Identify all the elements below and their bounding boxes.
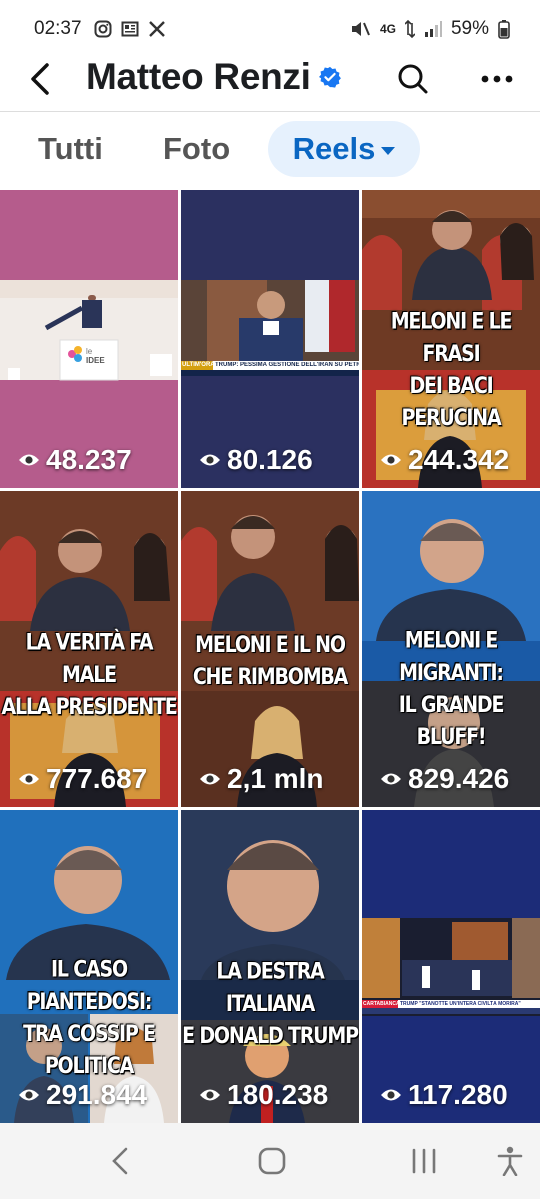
back-arrow-icon [31,63,49,95]
view-count-value: 291.844 [46,1079,148,1110]
tab-reels[interactable]: Reels [268,121,420,177]
recents-bars-icon [412,1148,436,1174]
reel-caption: LA VERITÀ FA MALE ALLA PRESIDENTE [1,630,177,720]
view-count-value: 2,1 mln [227,763,324,794]
view-count: 80.126 [199,444,313,476]
reel-caption: MELONI E MIGRANTI: IL GRANDE BLUFF! [398,628,505,750]
battery-icon [498,20,510,39]
tv-ticker-2-tag: CARTABIANCA [363,1001,400,1007]
reel-tile[interactable]: LA DESTRA ITALIANA E DONALD TRUMP 180.23… [181,810,359,1123]
reel-tile[interactable]: le IDEE 48.237 [0,190,178,488]
tab-reels-label: Reels [292,131,376,166]
home-square-icon [258,1147,286,1175]
news-icon [121,21,139,37]
reel-caption: LA DESTRA ITALIANA E DONALD TRUMP [182,959,359,1049]
back-button[interactable] [20,58,60,100]
data-arrows-icon [404,19,415,39]
view-count-value: 80.126 [227,444,313,475]
status-time: 02:37 [34,18,82,39]
view-count: 291.844 [18,1079,147,1111]
system-home-button[interactable] [250,1139,294,1183]
page-title-text: Matteo Renzi [86,56,311,97]
view-count-value: 48.237 [46,444,132,475]
stage-logo-small: le [86,347,93,356]
system-nav-bar [0,1123,540,1199]
accessibility-button[interactable] [488,1139,532,1183]
eye-icon [381,454,401,466]
eye-icon [19,773,39,785]
chevron-left-icon [112,1147,128,1175]
eye-icon [200,1089,220,1101]
verified-badge-icon [318,66,341,88]
view-count: 2,1 mln [199,763,323,795]
system-recents-button[interactable] [402,1139,446,1183]
eye-icon [19,1089,39,1101]
eye-icon [200,454,220,466]
search-icon [398,64,428,94]
view-count: 117.280 [380,1079,508,1111]
app-header: Matteo Renzi [0,50,540,108]
reel-tile[interactable]: CARTABIANCA TRUMP "STANOTTE UN'INTERA CI… [362,810,540,1123]
tab-photos[interactable]: Foto [163,121,230,177]
tv-ticker-tag: ULTIM'ORA [182,362,215,368]
reel-tile[interactable]: MELONI E IL NO CHE RIMBOMBA 2,1 mln [181,491,359,807]
page-title: Matteo Renzi [86,56,341,98]
reels-grid: le IDEE 48.237 ULTIM'ORA TRUMP: PESSIMA … [0,190,540,1123]
reel-caption: MELONI E LE FRASI DEI BACI PERUCINA [390,309,513,431]
instagram-icon [94,20,112,38]
accessibility-icon [497,1146,523,1176]
reel-thumbnail [362,810,540,1123]
system-back-button[interactable] [98,1139,142,1183]
x-icon [148,21,165,37]
tab-photos-label: Foto [163,131,231,166]
reel-tile[interactable]: MELONI E LE FRASI DEI BACI PERUCINA 244.… [362,190,540,488]
more-options-button[interactable] [476,58,518,100]
eye-icon [19,454,39,466]
reel-tile[interactable]: IL CASO PIANTEDOSI: TRA COSSIP E POLITIC… [0,810,178,1123]
view-count-value: 829.426 [408,763,510,794]
header-divider [0,111,540,112]
reel-caption: MELONI E IL NO CHE RIMBOMBA [192,632,349,690]
reel-tile[interactable]: MELONI E MIGRANTI: IL GRANDE BLUFF! 829.… [362,491,540,807]
eye-icon [200,773,220,785]
view-count-value: 180.238 [227,1079,329,1110]
view-count: 829.426 [380,763,509,795]
chevron-down-icon [381,147,396,155]
tv-ticker-2: TRUMP "STANOTTE UN'INTERA CIVILTÀ MORIRÀ… [400,1001,521,1007]
battery-percent: 59% [450,18,489,39]
mute-icon [351,22,370,36]
view-count: 180.238 [199,1079,328,1111]
view-count-value: 244.342 [408,444,510,475]
signal-icon [424,21,442,37]
more-dots-icon [481,75,513,83]
view-count-value: 117.280 [408,1079,508,1110]
network-type-label: 4G [379,22,396,36]
eye-icon [381,1089,401,1101]
tab-all[interactable]: Tutti [38,121,103,177]
reel-tile[interactable]: ULTIM'ORA TRUMP: PESSIMA GESTIONE DELL'I… [181,190,359,488]
view-count-value: 777.687 [46,763,148,794]
view-count: 244.342 [380,444,509,476]
filter-tabs: Tutti Foto Reels [0,121,540,177]
reel-caption: IL CASO PIANTEDOSI: TRA COSSIP E POLITIC… [23,957,156,1079]
stage-logo-big: IDEE [86,356,105,365]
tab-all-label: Tutti [38,131,103,166]
view-count: 777.687 [18,763,147,795]
reel-tile[interactable]: LA VERITÀ FA MALE ALLA PRESIDENTE 777.68… [0,491,178,807]
view-count: 48.237 [18,444,132,476]
eye-icon [381,773,401,785]
tv-ticker: TRUMP: PESSIMA GESTIONE DELL'IRAN SU PET… [215,362,359,368]
search-button[interactable] [392,58,434,100]
